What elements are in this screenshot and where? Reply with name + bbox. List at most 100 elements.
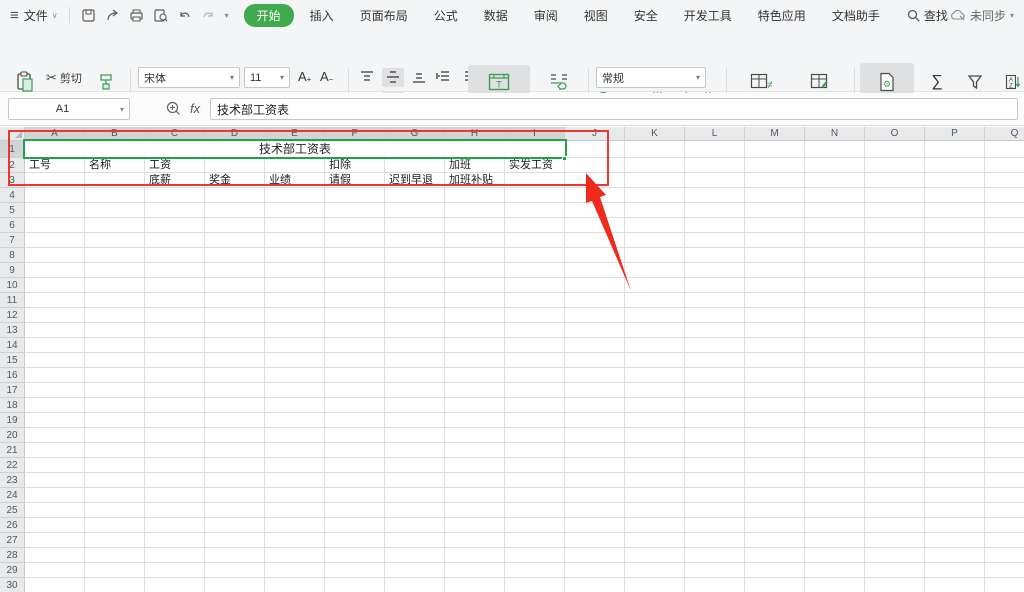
wps-spreadsheet-window: ≡ 文件 ∨ ▾ 开始插入页面布局公式数据审阅视图安全开发工具特色应用文档助手 … (0, 0, 1024, 592)
number-format-select[interactable]: 常规▾ (596, 67, 706, 88)
fx-label[interactable]: fx (190, 101, 200, 116)
formula-bar: A1 ▾ fx 技术部工资表 (0, 93, 1024, 126)
export-icon[interactable] (104, 6, 122, 24)
decrease-font-button[interactable]: A− (320, 69, 333, 84)
row-header-14[interactable]: 14 (0, 338, 25, 353)
undo-icon[interactable] (176, 6, 194, 24)
sync-status[interactable]: 未同步 ▾ (950, 0, 1018, 30)
hamburger-icon[interactable]: ≡ (10, 7, 19, 24)
font-name-select[interactable]: 宋体▾ (138, 67, 240, 88)
menu-tab-页面布局[interactable]: 页面布局 (350, 4, 418, 27)
align-top-icon (359, 70, 375, 86)
column-header-K[interactable]: K (625, 127, 685, 141)
align-middle-icon (385, 70, 401, 86)
column-header-P[interactable]: P (925, 127, 985, 141)
row-header-27[interactable]: 27 (0, 533, 25, 548)
file-menu[interactable]: 文件 (24, 7, 48, 24)
column-header-N[interactable]: N (805, 127, 865, 141)
row-header-13[interactable]: 13 (0, 323, 25, 338)
menu-tab-插入[interactable]: 插入 (300, 4, 344, 27)
name-box[interactable]: A1 ▾ (8, 98, 130, 120)
filter-icon (967, 74, 983, 90)
paste-icon (15, 71, 35, 93)
menu-tab-开发工具[interactable]: 开发工具 (674, 4, 742, 27)
align-bottom-button[interactable] (408, 68, 430, 87)
spreadsheet-grid: ABCDEFGHIJKLMNOPQ 1234567891011121314151… (0, 127, 1024, 592)
row-header-23[interactable]: 23 (0, 473, 25, 488)
column-header-M[interactable]: M (745, 127, 805, 141)
menu-tab-审阅[interactable]: 审阅 (524, 4, 568, 27)
align-middle-button[interactable] (382, 68, 404, 87)
menu-tab-数据[interactable]: 数据 (474, 4, 518, 27)
row-header-30[interactable]: 30 (0, 578, 25, 592)
wrap-text-icon (549, 73, 569, 91)
row-header-17[interactable]: 17 (0, 383, 25, 398)
menu-tab-视图[interactable]: 视图 (574, 4, 618, 27)
ribbon-toolbar: 粘贴 ▾ ✂ 剪切 复制 格式刷 宋体▾ 11▾ A+ A− B I U ▾ (0, 30, 1024, 92)
file-menu-caret-icon[interactable]: ∨ (52, 11, 58, 20)
cut-button[interactable]: ✂ 剪切 (46, 70, 82, 86)
insert-function-icon[interactable] (166, 101, 181, 119)
row-header-24[interactable]: 24 (0, 488, 25, 503)
row-header-11[interactable]: 11 (0, 293, 25, 308)
print-icon[interactable] (128, 6, 146, 24)
divider (69, 7, 70, 23)
doc-assistant-icon: ⚙ (878, 72, 896, 92)
menu-tab-特色应用[interactable]: 特色应用 (748, 4, 816, 27)
table-style-icon (810, 73, 832, 91)
row-header-26[interactable]: 26 (0, 518, 25, 533)
search-icon (907, 9, 920, 22)
sort-icon: AZ (1005, 74, 1021, 90)
increase-font-button[interactable]: A+ (298, 69, 311, 84)
row-header-6[interactable]: 6 (0, 218, 25, 233)
redo-icon[interactable] (200, 6, 218, 24)
format-painter-icon (96, 72, 116, 92)
search-menu[interactable]: 查找 (907, 7, 948, 24)
merge-center-icon: T (488, 73, 510, 91)
decrease-indent-icon (435, 70, 451, 86)
conditional-format-icon: ≠ (750, 73, 772, 91)
menu-tabs: 开始插入页面布局公式数据审阅视图安全开发工具特色应用文档助手 (241, 4, 893, 27)
formula-content: 技术部工资表 (217, 101, 289, 118)
align-bottom-icon (411, 70, 427, 86)
cell-reference: A1 (9, 103, 116, 115)
row-header-28[interactable]: 28 (0, 548, 25, 563)
row-header-20[interactable]: 20 (0, 428, 25, 443)
row-header-8[interactable]: 8 (0, 248, 25, 263)
annotation-red-rectangle (8, 130, 609, 186)
row-header-15[interactable]: 15 (0, 353, 25, 368)
row-header-5[interactable]: 5 (0, 203, 25, 218)
row-header-19[interactable]: 19 (0, 413, 25, 428)
font-size-select[interactable]: 11▾ (244, 67, 290, 88)
column-header-O[interactable]: O (865, 127, 925, 141)
formula-input[interactable]: 技术部工资表 (210, 98, 1018, 120)
scissors-icon: ✂ (46, 70, 57, 86)
row-header-21[interactable]: 21 (0, 443, 25, 458)
menu-tab-公式[interactable]: 公式 (424, 4, 468, 27)
quick-access-caret-icon[interactable]: ▾ (225, 11, 229, 20)
row-header-12[interactable]: 12 (0, 308, 25, 323)
row-header-16[interactable]: 16 (0, 368, 25, 383)
column-header-L[interactable]: L (685, 127, 745, 141)
column-header-Q[interactable]: Q (985, 127, 1024, 141)
row-header-10[interactable]: 10 (0, 278, 25, 293)
menu-tab-开始[interactable]: 开始 (244, 4, 294, 27)
svg-text:T: T (496, 80, 502, 90)
row-header-29[interactable]: 29 (0, 563, 25, 578)
row-header-18[interactable]: 18 (0, 398, 25, 413)
row-header-4[interactable]: 4 (0, 188, 25, 203)
sigma-icon: ∑ (931, 73, 942, 91)
print-preview-icon[interactable] (152, 6, 170, 24)
row-header-7[interactable]: 7 (0, 233, 25, 248)
svg-text:⚙: ⚙ (883, 79, 891, 89)
row-header-9[interactable]: 9 (0, 263, 25, 278)
svg-text:≠: ≠ (767, 79, 772, 91)
save-icon[interactable] (80, 6, 98, 24)
menu-tab-安全[interactable]: 安全 (624, 4, 668, 27)
decrease-indent-button[interactable] (432, 68, 454, 87)
row-header-25[interactable]: 25 (0, 503, 25, 518)
menu-tab-文档助手[interactable]: 文档助手 (822, 4, 890, 27)
align-top-button[interactable] (356, 68, 378, 87)
grid-hlines (25, 157, 1024, 592)
row-header-22[interactable]: 22 (0, 458, 25, 473)
